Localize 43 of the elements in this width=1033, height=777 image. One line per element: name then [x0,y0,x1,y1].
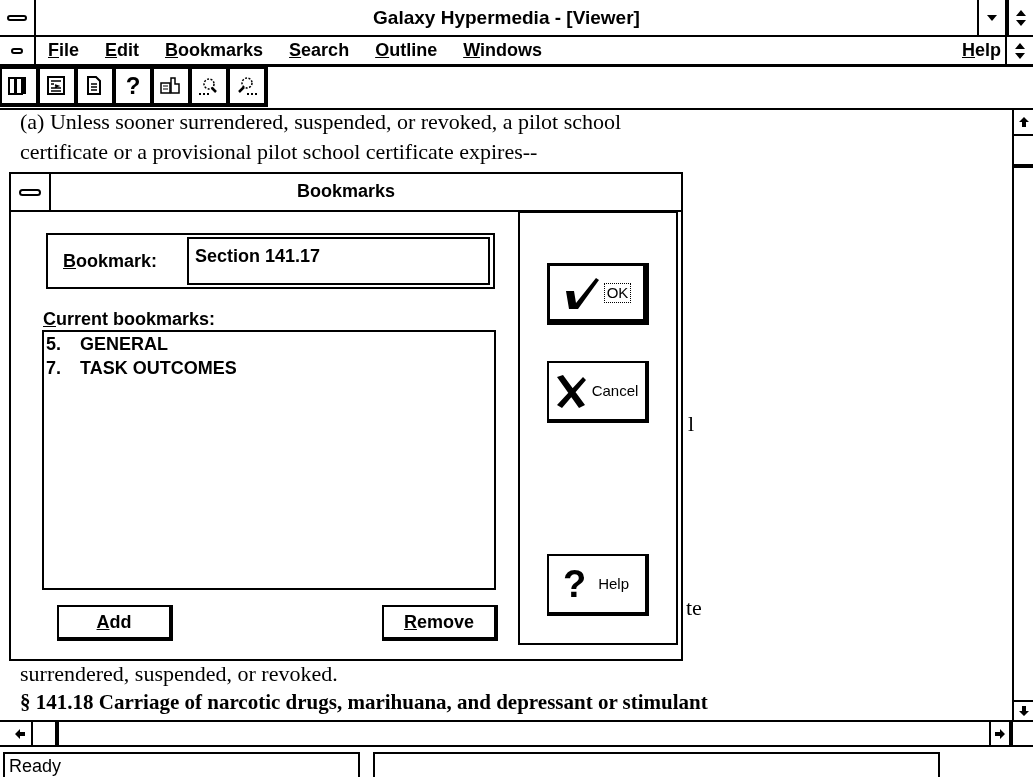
list-item[interactable]: 7. TASK OUTCOMES [46,356,494,380]
text-fragment: l [688,412,695,436]
toolbar-button[interactable] [76,67,116,107]
left-arrow-icon [14,727,26,740]
menu-item[interactable]: Bookmarks [165,37,264,64]
dialog-title: Bookmarks [295,180,396,203]
document-line: surrendered, suspended, or revoked. [20,662,338,686]
up-arrow-icon [1017,116,1030,128]
bookmark-label: Bookmark: [63,249,159,273]
list-label: Current bookmarks: [43,308,216,330]
menu-item[interactable]: Windows [463,37,542,64]
menu-item[interactable]: Search [289,37,350,64]
menu-item[interactable]: Help [962,37,1001,64]
up-down-arrow-icon [1015,8,1027,27]
toolbar-button[interactable] [228,67,268,107]
toolbar-button[interactable] [38,67,78,107]
dialog-button[interactable]: Add [57,605,173,641]
document-line: certificate or a provisional pilot school certificate expires-- [20,140,538,164]
notes-icon [159,75,183,97]
menu-item[interactable]: File [48,37,79,64]
dialog-button[interactable]: Remove [382,605,498,641]
menu-item[interactable]: Edit [105,37,140,64]
toolbar-button[interactable]: ? [114,67,154,107]
cancel-button[interactable]: Cancel [547,361,649,423]
toolbar-button[interactable] [190,67,230,107]
help-button[interactable]: ? Help [547,554,649,616]
down-arrow-icon [986,13,998,22]
down-arrow-icon [1017,705,1030,717]
text-fragment: te [686,596,702,620]
window-title: Galaxy Hypermedia - [Viewer] [372,6,641,30]
toolbar-button[interactable] [0,67,40,107]
up-down-arrow-icon [1014,41,1026,60]
right-arrow-icon [994,727,1006,740]
bookmark-list[interactable]: 5. GENERAL 7. TASK OUTCOMES [42,330,496,590]
ok-button[interactable]: OK [547,263,649,325]
document-line: (a) Unless sooner surrendered, suspended, or revoked, a pilot school [20,110,622,134]
section-heading: § 141.18 Carriage of narcotic drugs, marihuana, and depressant or stimulant [20,690,708,714]
toolbar-button[interactable] [152,67,192,107]
bookmark-field[interactable]: Section 141.17 [187,237,490,285]
scroll-right-button[interactable] [989,722,1013,745]
menu-item[interactable]: Outline [375,37,438,64]
list-item[interactable]: 5. GENERAL [46,332,494,356]
status-message: Ready [3,752,360,777]
